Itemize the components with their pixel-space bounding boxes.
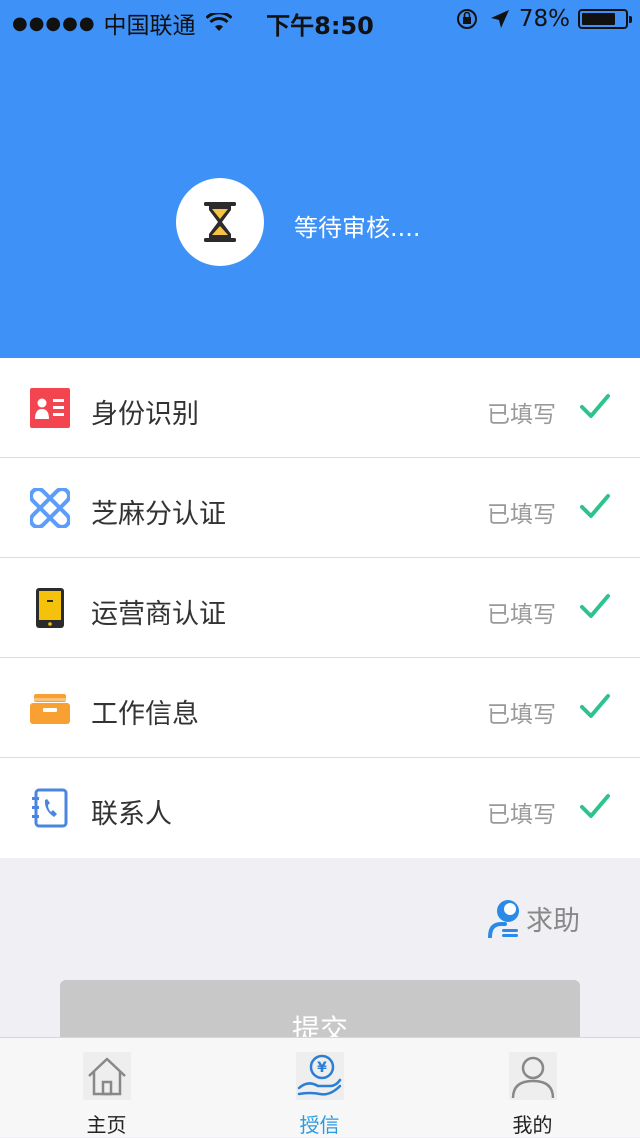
list-item-contacts[interactable]: 联系人 已填写 [0, 758, 640, 858]
list-item-label: 联系人 [91, 799, 172, 830]
home-icon [82, 1052, 131, 1100]
help-label: 求助 [526, 905, 580, 937]
battery-fill [582, 13, 615, 25]
list-item-label: 运营商认证 [91, 599, 226, 630]
tab-profile[interactable]: 我的 [426, 1038, 639, 1137]
id-card-icon [30, 388, 70, 428]
contacts-book-icon [32, 788, 68, 828]
review-status-text: 等待审核.... [294, 214, 421, 242]
tab-label: 授信 [299, 1113, 340, 1137]
list-item-label: 工作信息 [91, 699, 199, 730]
list-item-sesame-credit[interactable]: 芝麻分认证 已填写 [0, 458, 640, 558]
list-item-label: 芝麻分认证 [91, 499, 226, 530]
tab-label: 我的 [512, 1113, 553, 1137]
tab-credit[interactable]: ¥ 授信 [213, 1038, 426, 1137]
location-arrow-icon [490, 10, 509, 28]
battery-icon [578, 9, 632, 29]
check-icon [580, 394, 610, 418]
header-banner: 等待审核.... [0, 0, 640, 358]
help-link[interactable]: 求助 [488, 898, 580, 938]
customer-service-icon [488, 900, 519, 938]
list-item-state: 已填写 [487, 702, 556, 728]
tab-label: 主页 [86, 1113, 127, 1137]
mobile-phone-icon [36, 588, 64, 628]
list-item-label: 身份识别 [91, 399, 199, 430]
list-item-state: 已填写 [487, 402, 556, 428]
list-item-carrier-auth[interactable]: 运营商认证 已填写 [0, 558, 640, 658]
svg-text:¥: ¥ [317, 1060, 327, 1076]
rotation-lock-icon [456, 9, 477, 29]
status-bar: ●●●●● 中国联通 下午8:50 78% [0, 0, 640, 40]
tab-home[interactable]: 主页 [0, 1038, 213, 1137]
check-icon [580, 594, 610, 618]
hourglass-icon [204, 202, 236, 242]
list-item-work-info[interactable]: 工作信息 已填写 [0, 658, 640, 758]
hourglass-badge [176, 178, 264, 266]
list-item-state: 已填写 [487, 802, 556, 828]
tab-bar: 主页 ¥ 授信 我的 [0, 1037, 640, 1137]
list-item-state: 已填写 [487, 602, 556, 628]
user-icon [508, 1052, 557, 1100]
check-icon [580, 794, 610, 818]
briefcase-icon [30, 694, 70, 724]
sesame-credit-icon [30, 488, 70, 528]
check-icon [580, 494, 610, 518]
list-item-state: 已填写 [487, 502, 556, 528]
check-icon [580, 694, 610, 718]
list-item-identity[interactable]: 身份识别 已填写 [0, 358, 640, 458]
credit-hand-icon: ¥ [295, 1052, 344, 1100]
battery-percent: 78% [518, 6, 570, 32]
verification-list: 身份识别 已填写 芝麻分认证 已填写 运营商认证 已填写 工作信息 已填写 联系… [0, 358, 640, 858]
